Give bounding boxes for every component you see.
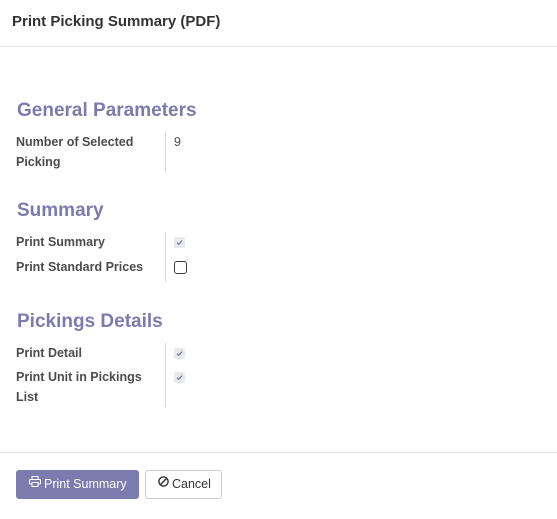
print-standard-prices-label: Print Standard Prices bbox=[16, 260, 144, 274]
print-summary-label: Print Summary bbox=[16, 235, 105, 249]
cancel-button[interactable]: Cancel bbox=[145, 470, 222, 499]
dialog-footer: Print Summary Cancel bbox=[0, 452, 557, 519]
print-summary-button-label: Print Summary bbox=[44, 477, 127, 491]
print-standard-prices-checkbox[interactable] bbox=[174, 261, 187, 274]
group-summary: Print Summary Print Standard Prices bbox=[16, 232, 216, 282]
ban-icon bbox=[158, 470, 169, 497]
group-divider bbox=[165, 132, 166, 172]
checkmark-icon bbox=[176, 240, 183, 246]
cancel-button-label: Cancel bbox=[172, 477, 211, 491]
print-summary-button[interactable]: Print Summary bbox=[16, 470, 139, 499]
section-title-summary: Summary bbox=[17, 200, 104, 221]
print-summary-checkbox[interactable] bbox=[174, 237, 185, 248]
group-divider bbox=[165, 343, 166, 407]
checkmark-icon bbox=[176, 351, 183, 357]
group-general: Number of Selected Picking 9 bbox=[16, 132, 216, 172]
number-selected-picking-label: Number of Selected Picking bbox=[16, 135, 134, 169]
print-unit-label: Print Unit in Pickings List bbox=[16, 370, 142, 404]
dialog-title: Print Picking Summary (PDF) bbox=[12, 13, 221, 30]
dialog-header: Print Picking Summary (PDF) bbox=[0, 0, 557, 47]
checkmark-icon bbox=[176, 375, 183, 381]
group-divider bbox=[165, 232, 166, 282]
print-icon bbox=[29, 470, 41, 497]
section-title-general: General Parameters bbox=[17, 100, 197, 121]
section-title-details: Pickings Details bbox=[17, 311, 163, 332]
group-details: Print Detail Print Unit in Pickings List bbox=[16, 343, 216, 407]
print-detail-checkbox[interactable] bbox=[174, 348, 185, 359]
number-selected-picking-value: 9 bbox=[174, 135, 181, 149]
print-unit-checkbox[interactable] bbox=[174, 372, 185, 383]
print-detail-label: Print Detail bbox=[16, 346, 82, 360]
